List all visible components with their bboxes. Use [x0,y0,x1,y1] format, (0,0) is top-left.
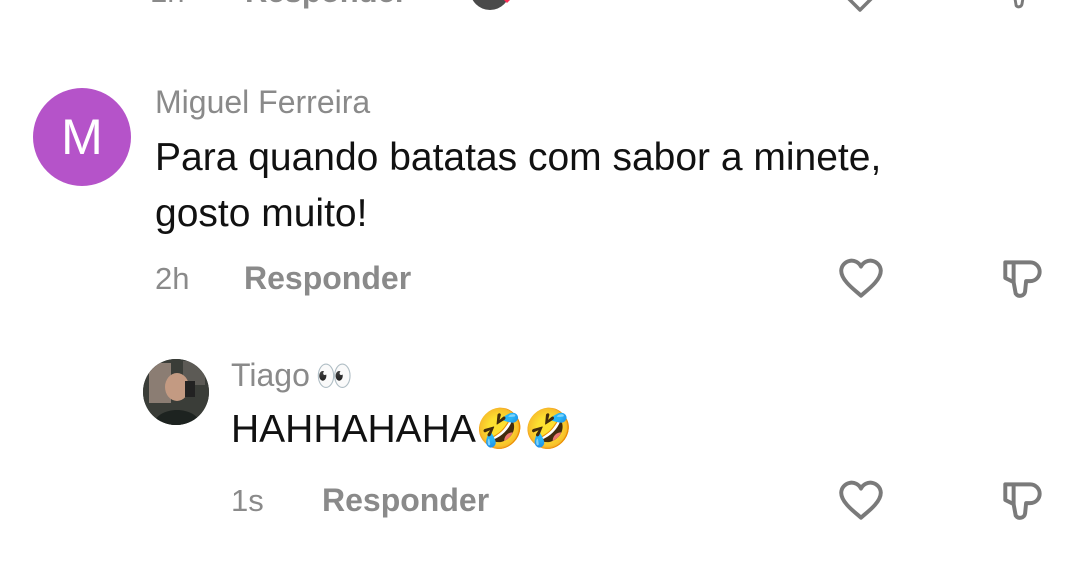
reply-button[interactable]: Responder [245,0,407,10]
like-count: 1 [900,0,917,8]
author-name: Tiago [231,357,310,393]
avatar-letter: M [61,109,103,165]
heart-badge-icon [504,0,510,3]
comment-text: Para quando batatas com sabor a minete, … [155,136,882,235]
comment-author[interactable]: Miguel Ferreira [155,84,370,121]
comment-timestamp: 1h [150,0,184,10]
heart-outline-icon[interactable] [836,255,886,301]
comment-text: HAHHAHAHA🤣🤣 [231,408,573,451]
comment-timestamp: 2h [155,261,190,296]
heart-outline-icon[interactable] [836,477,886,523]
previous-comment-footer: 1h Responder 1 [0,0,1080,14]
avatar[interactable] [143,359,209,425]
comment-author[interactable]: Tiago 👀 [231,357,353,394]
avatar[interactable]: M [33,88,131,186]
comments-panel: 1h Responder 1 M Miguel Ferreira Para qu… [0,0,1080,563]
thumbs-down-outline-icon[interactable] [998,0,1046,14]
eyes-emoji: 👀 [315,360,354,393]
heart-outline-icon[interactable] [838,0,882,14]
thumbs-down-outline-icon[interactable] [998,475,1048,525]
reply-button[interactable]: Responder [244,260,411,297]
thumbs-down-outline-icon[interactable] [998,253,1048,303]
comment-timestamp: 1s [231,483,264,518]
reply-button[interactable]: Responder [322,482,489,519]
profile-photo [143,359,209,425]
